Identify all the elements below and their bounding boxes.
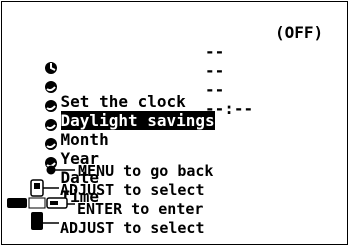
help-enter-text: ENTER to enter	[77, 200, 204, 218]
circle-bullet-icon	[44, 118, 58, 169]
menu-item-month[interactable]: Month --	[5, 42, 224, 149]
help-adjust-up-text: ADJUST to select	[60, 181, 205, 199]
menu-item-time[interactable]: Time --:--	[5, 99, 253, 206]
menu-item-year[interactable]: Year --	[5, 61, 224, 168]
menu-item-daylight-savings[interactable]: Daylight savings (OFF)	[5, 23, 323, 130]
menu-item-value: --	[205, 61, 225, 80]
help-menu-text: MENU to go back	[78, 162, 214, 180]
menu-item-value: --:--	[205, 99, 254, 118]
menu-item-value: (OFF)	[275, 23, 324, 42]
menu-item-date[interactable]: Date --	[5, 80, 224, 187]
menu-item-value: --	[205, 80, 225, 99]
help-adjust-down-text: ADJUST to select	[60, 219, 205, 237]
title-row: Set the clock	[5, 4, 186, 111]
menu-item-value: --	[205, 42, 225, 61]
clock-settings-screen: Set the clock Daylight savings (OFF) Mon…	[1, 1, 348, 245]
